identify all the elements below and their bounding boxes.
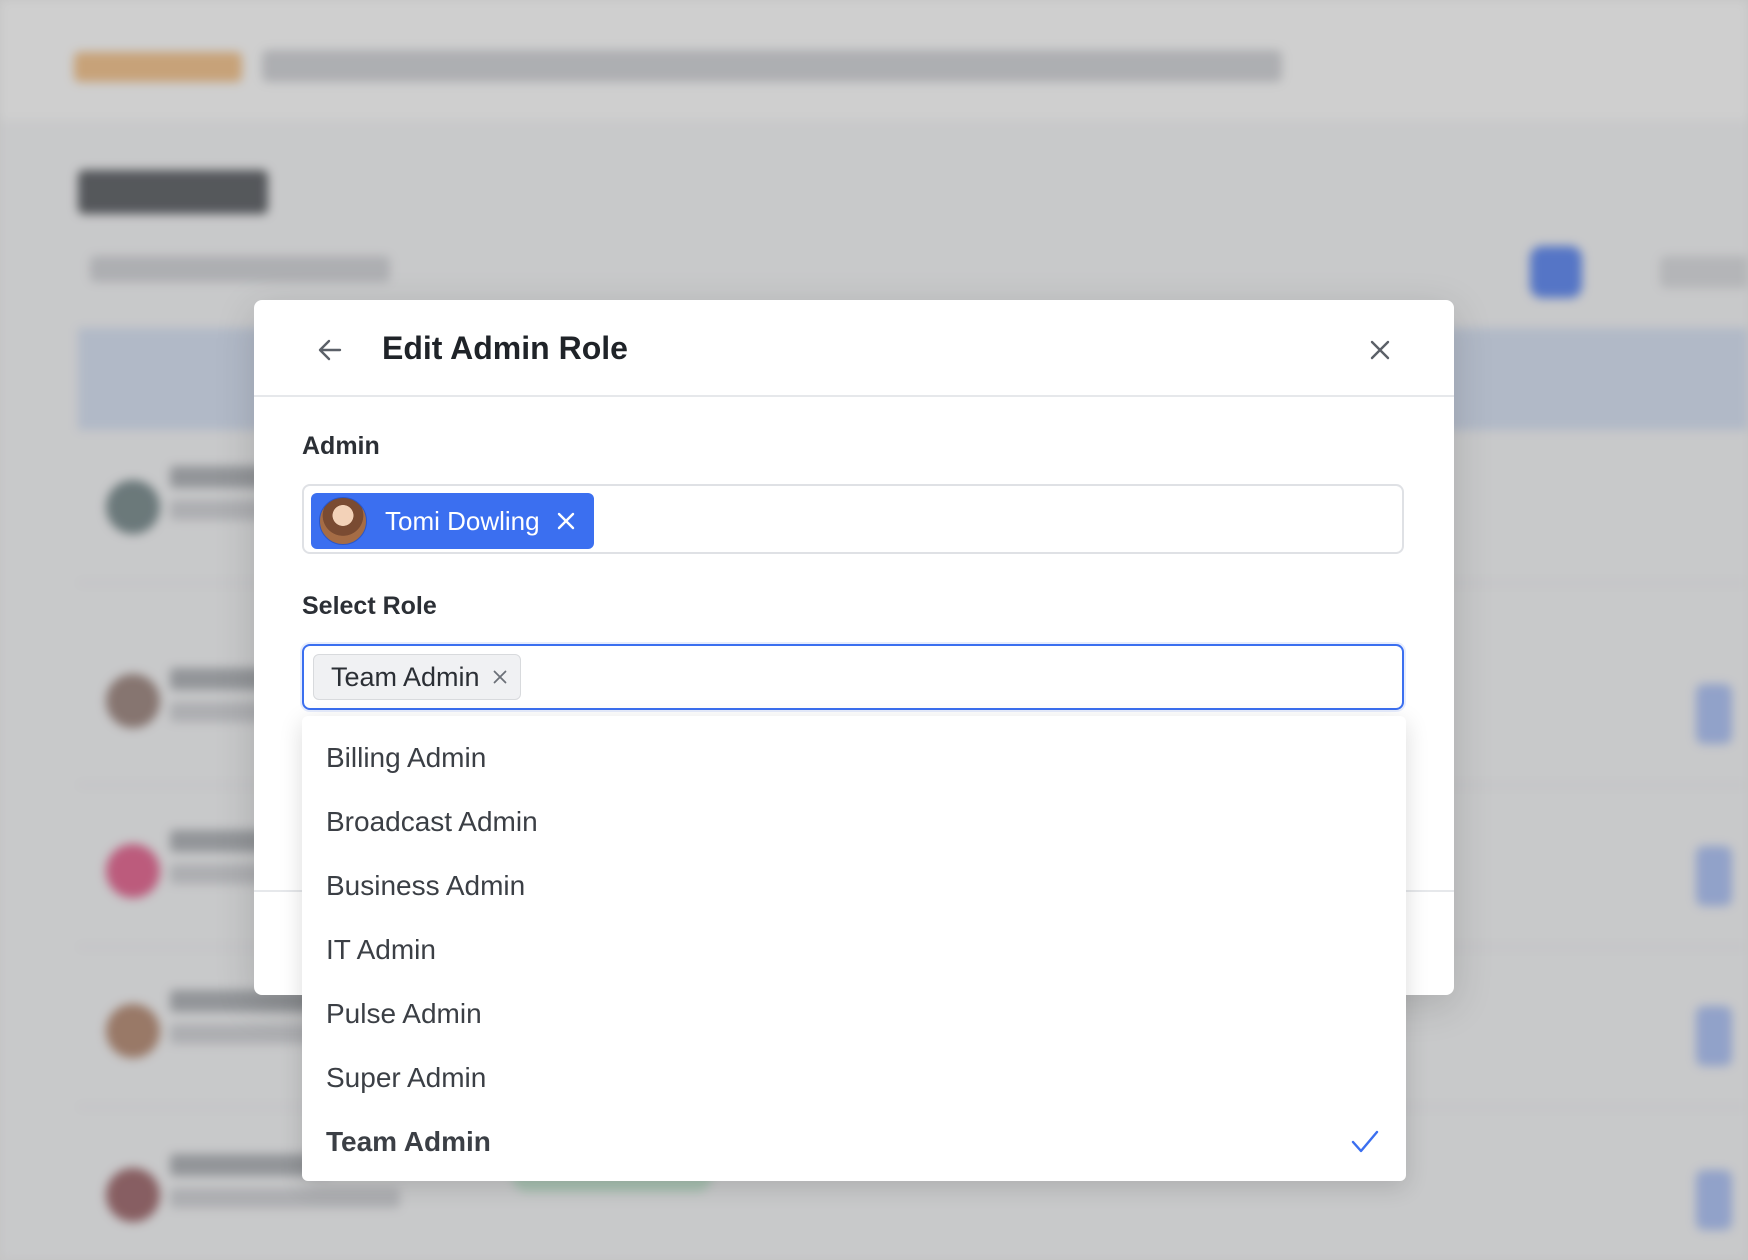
role-option-team-admin[interactable]: Team Admin [302, 1110, 1406, 1174]
role-option-billing-admin[interactable]: Billing Admin [302, 726, 1406, 790]
close-button[interactable] [1358, 328, 1402, 372]
role-option-it-admin[interactable]: IT Admin [302, 918, 1406, 982]
selected-role-label: Team Admin [331, 661, 480, 692]
modal-title: Edit Admin Role [382, 330, 628, 366]
checkmark-icon [1351, 1130, 1379, 1153]
arrow-left-icon [318, 339, 342, 361]
admin-name: Tomi Dowling [385, 505, 540, 536]
selected-role-tag: Team Admin [313, 654, 521, 700]
role-dropdown: Billing Admin Broadcast Admin Business A… [302, 716, 1406, 1181]
close-icon [557, 512, 574, 530]
role-option-super-admin[interactable]: Super Admin [302, 1046, 1406, 1110]
admin-label: Admin [302, 432, 380, 460]
admin-field[interactable]: Tomi Dowling [302, 484, 1404, 554]
role-option-pulse-admin[interactable]: Pulse Admin [302, 982, 1406, 1046]
role-option-broadcast-admin[interactable]: Broadcast Admin [302, 790, 1406, 854]
selected-admin-chip: Tomi Dowling [311, 493, 594, 549]
back-button[interactable] [308, 328, 352, 372]
close-icon [493, 670, 506, 684]
remove-admin-button[interactable] [554, 509, 578, 533]
role-select-input[interactable]: Team Admin [302, 644, 1404, 710]
close-icon [1370, 340, 1390, 360]
avatar [319, 497, 367, 545]
role-option-label: Team Admin [326, 1126, 491, 1157]
modal-header: Edit Admin Role [254, 300, 1454, 397]
role-option-business-admin[interactable]: Business Admin [302, 854, 1406, 918]
select-role-label: Select Role [302, 592, 437, 620]
remove-role-button[interactable] [490, 667, 510, 687]
